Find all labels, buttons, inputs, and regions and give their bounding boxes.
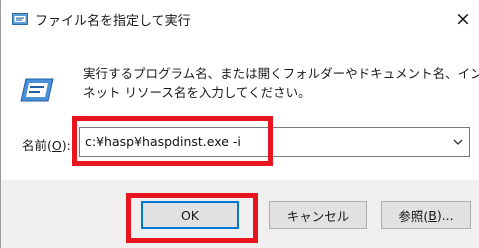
ok-button[interactable]: OK [141, 201, 239, 229]
program-name-value[interactable]: c:¥hasp¥haspdinst.exe -i [85, 134, 241, 149]
run-dialog-icon [12, 13, 28, 25]
run-dialog-icon [20, 78, 54, 102]
chevron-down-icon[interactable] [451, 135, 465, 149]
name-label: 名前(O): [22, 138, 71, 153]
cancel-button[interactable]: キャンセル [269, 201, 367, 229]
run-dialog: ファイル名を指定して実行 × 実行するプログラム名、または開くフォルダーやドキュ… [0, 0, 479, 248]
instruction-line-1: 実行するプログラム名、または開くフォルダーやドキュメント名、インター [83, 66, 479, 81]
instruction-line-2: ネット リソース名を入力してください。 [83, 85, 311, 100]
instruction-text: 実行するプログラム名、または開くフォルダーやドキュメント名、インター ネット リ… [83, 64, 479, 102]
close-button[interactable]: × [449, 6, 477, 32]
close-icon: × [455, 8, 471, 30]
program-name-input[interactable]: c:¥hasp¥haspdinst.exe -i [79, 127, 470, 157]
browse-button[interactable]: 参照(B)... [381, 201, 471, 229]
window-title: ファイル名を指定して実行 [35, 14, 191, 29]
button-bar: OK キャンセル 参照(B)... [1, 180, 479, 248]
title-bar[interactable]: ファイル名を指定して実行 × [1, 0, 479, 38]
